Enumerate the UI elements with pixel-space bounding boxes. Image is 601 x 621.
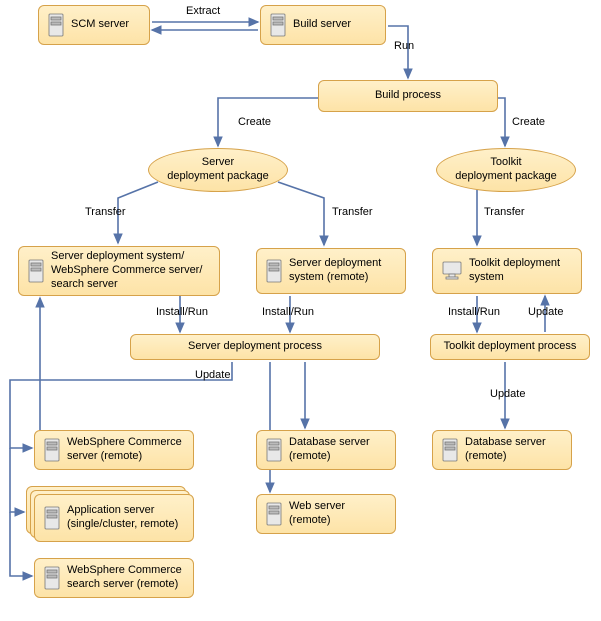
- web-server-label: Web server (remote): [289, 500, 387, 528]
- web-server: Web server (remote): [256, 494, 396, 534]
- server-icon: [441, 438, 459, 462]
- server-deployment-system-local: Server deployment system/ WebSphere Comm…: [18, 246, 220, 296]
- edge-create-2: Create: [512, 116, 545, 128]
- server-icon: [269, 13, 287, 37]
- edge-update-1: Update: [195, 369, 230, 381]
- toolkit-proc-label: Toolkit deployment process: [439, 340, 581, 354]
- application-server: Application server (single/cluster, remo…: [34, 494, 194, 542]
- edge-extract: Extract: [186, 5, 220, 17]
- server-icon: [47, 13, 65, 37]
- toolkit-pkg-label: Toolkit deployment package: [455, 156, 557, 184]
- edge-create-1: Create: [238, 116, 271, 128]
- wc-server-label: WebSphere Commerce server (remote): [67, 436, 185, 464]
- build-process-label: Build process: [327, 89, 489, 103]
- sds-remote-label: Server deployment system (remote): [289, 257, 397, 285]
- websphere-commerce-search-server: WebSphere Commerce search server (remote…: [34, 558, 194, 598]
- build-server-label: Build server: [293, 18, 377, 32]
- wc-search-label: WebSphere Commerce search server (remote…: [67, 564, 185, 592]
- build-server: Build server: [260, 5, 386, 45]
- edge-transfer-2: Transfer: [332, 206, 373, 218]
- server-icon: [43, 566, 61, 590]
- edge-update-2: Update: [490, 388, 525, 400]
- server-deployment-package: Server deployment package: [148, 148, 288, 192]
- build-process: Build process: [318, 80, 498, 112]
- websphere-commerce-server: WebSphere Commerce server (remote): [34, 430, 194, 470]
- monitor-icon: [441, 261, 463, 281]
- scm-server: SCM server: [38, 5, 150, 45]
- toolkit-deployment-system: Toolkit deployment system: [432, 248, 582, 294]
- database-server-2: Database server (remote): [432, 430, 572, 470]
- edge-update-3: Update: [528, 306, 563, 318]
- app-server-label: Application server (single/cluster, remo…: [67, 504, 185, 532]
- server-icon: [43, 506, 61, 530]
- server-deployment-system-remote: Server deployment system (remote): [256, 248, 406, 294]
- server-icon: [265, 259, 283, 283]
- server-deployment-process: Server deployment process: [130, 334, 380, 360]
- server-pkg-label: Server deployment package: [167, 156, 269, 184]
- edge-install-2: Install/Run: [262, 306, 314, 318]
- server-icon: [27, 259, 45, 283]
- server-icon: [265, 438, 283, 462]
- toolkit-deployment-process: Toolkit deployment process: [430, 334, 590, 360]
- sds-local-label: Server deployment system/ WebSphere Comm…: [51, 250, 211, 291]
- database-server: Database server (remote): [256, 430, 396, 470]
- edge-install-1: Install/Run: [156, 306, 208, 318]
- database-server-2-label: Database server (remote): [465, 436, 563, 464]
- server-icon: [43, 438, 61, 462]
- scm-server-label: SCM server: [71, 18, 141, 32]
- toolkit-system-label: Toolkit deployment system: [469, 257, 573, 285]
- server-icon: [265, 502, 283, 526]
- edge-install-3: Install/Run: [448, 306, 500, 318]
- edge-transfer-3: Transfer: [484, 206, 525, 218]
- edge-run: Run: [394, 40, 414, 52]
- server-proc-label: Server deployment process: [139, 340, 371, 354]
- toolkit-deployment-package: Toolkit deployment package: [436, 148, 576, 192]
- database-server-label: Database server (remote): [289, 436, 387, 464]
- edge-transfer-1: Transfer: [85, 206, 126, 218]
